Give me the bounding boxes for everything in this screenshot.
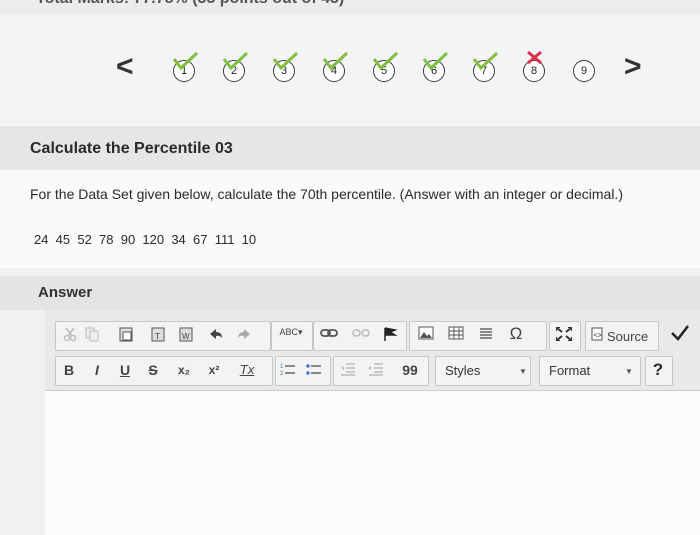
source-label: Source <box>607 329 649 344</box>
previous-question-button[interactable]: < <box>116 52 134 82</box>
image-icon[interactable] <box>417 326 435 343</box>
source-icon: <> <box>590 327 604 344</box>
question-nav-item[interactable]: 5 <box>372 51 399 82</box>
question-title: Calculate the Percentile 03 <box>30 140 233 157</box>
question-nav-item[interactable]: 1 <box>172 51 199 82</box>
spellcheck-icon[interactable]: ABC▾ <box>277 327 305 338</box>
question-number: 2 <box>230 65 238 77</box>
strikethrough-button[interactable]: S <box>145 362 161 378</box>
answer-text-area[interactable] <box>45 391 700 535</box>
subscript-button[interactable]: x₂ <box>173 363 195 377</box>
remove-format-button[interactable]: Tx <box>235 362 259 377</box>
bold-button[interactable]: B <box>61 362 77 378</box>
question-data-set: 24 45 52 78 90 120 34 67 111 10 <box>34 232 257 247</box>
question-number: 3 <box>280 65 288 77</box>
question-number: 8 <box>530 65 538 77</box>
paste-icon[interactable] <box>117 326 135 345</box>
question-number: 6 <box>430 65 438 77</box>
question-text: For the Data Set given below, calculate … <box>30 186 623 202</box>
question-nav-item[interactable]: 4 <box>322 51 349 82</box>
format-label: Format <box>549 363 591 378</box>
next-question-button[interactable]: > <box>624 52 642 82</box>
paste-word-icon[interactable]: W <box>177 326 195 345</box>
indent-icon[interactable] <box>367 362 385 379</box>
maximize-icon[interactable] <box>554 326 574 345</box>
outdent-icon[interactable] <box>339 362 357 379</box>
anchor-icon[interactable] <box>381 326 399 345</box>
answer-heading: Answer <box>38 284 93 301</box>
question-number: 7 <box>480 65 488 77</box>
question-nav-item[interactable]: 7 <box>472 51 499 82</box>
paste-text-icon[interactable]: T <box>149 326 167 345</box>
table-icon[interactable] <box>447 326 465 343</box>
question-number: 4 <box>330 65 338 77</box>
svg-text:T: T <box>155 332 160 341</box>
svg-text:<>: <> <box>594 333 602 340</box>
bulleted-list-icon[interactable] <box>305 362 323 379</box>
svg-text:1: 1 <box>280 364 284 370</box>
spellcheck-label: ABC <box>279 327 298 337</box>
editor-toolbar: T W ABC▾ Ω <> Source B I U S x₂ x² Tx 1 … <box>45 310 700 391</box>
question-nav-item[interactable]: 9 <box>573 60 595 82</box>
question-title-bar: Calculate the Percentile 03 <box>0 126 700 170</box>
styles-label: Styles <box>445 363 481 378</box>
question-navigation: < 1 2 3 4 5 6 7 8 9 > <box>0 14 700 126</box>
question-number: 9 <box>580 65 588 77</box>
copy-icon[interactable] <box>83 326 101 345</box>
question-nav-item[interactable]: 2 <box>222 51 249 82</box>
svg-text:W: W <box>182 332 190 341</box>
redo-icon[interactable] <box>235 326 253 345</box>
total-marks-text: Total Marks: 77.78% (35 points out of 45… <box>36 0 344 8</box>
cut-icon[interactable] <box>61 326 79 345</box>
styles-chevron-down-icon: ▼ <box>519 367 527 376</box>
horizontal-line-icon[interactable] <box>477 326 495 343</box>
help-label: ? <box>652 360 664 379</box>
question-panel: Calculate the Percentile 03 For the Data… <box>0 126 700 268</box>
special-char-icon[interactable]: Ω <box>507 324 525 344</box>
italic-button[interactable]: I <box>89 362 105 378</box>
svg-text:2: 2 <box>280 371 284 376</box>
top-strip: Total Marks: 77.78% (35 points out of 45… <box>0 0 700 14</box>
blockquote-button[interactable]: 99 <box>399 362 421 378</box>
question-number: 5 <box>380 65 388 77</box>
answer-editor: T W ABC▾ Ω <> Source B I U S x₂ x² Tx 1 … <box>45 310 700 535</box>
numbered-list-icon[interactable]: 12 <box>279 362 297 379</box>
question-nav-item[interactable]: 6 <box>422 51 449 82</box>
undo-icon[interactable] <box>207 326 225 345</box>
question-nav-item[interactable]: 8 <box>523 51 545 82</box>
question-number: 1 <box>180 65 188 77</box>
unlink-icon[interactable] <box>351 326 371 343</box>
superscript-button[interactable]: x² <box>203 363 225 377</box>
format-chevron-down-icon: ▼ <box>625 367 633 376</box>
check-icon[interactable] <box>669 324 691 345</box>
link-icon[interactable] <box>319 326 339 343</box>
question-nav-item[interactable]: 3 <box>272 51 299 82</box>
answer-heading-bar: Answer <box>0 276 700 310</box>
underline-button[interactable]: U <box>117 362 133 378</box>
